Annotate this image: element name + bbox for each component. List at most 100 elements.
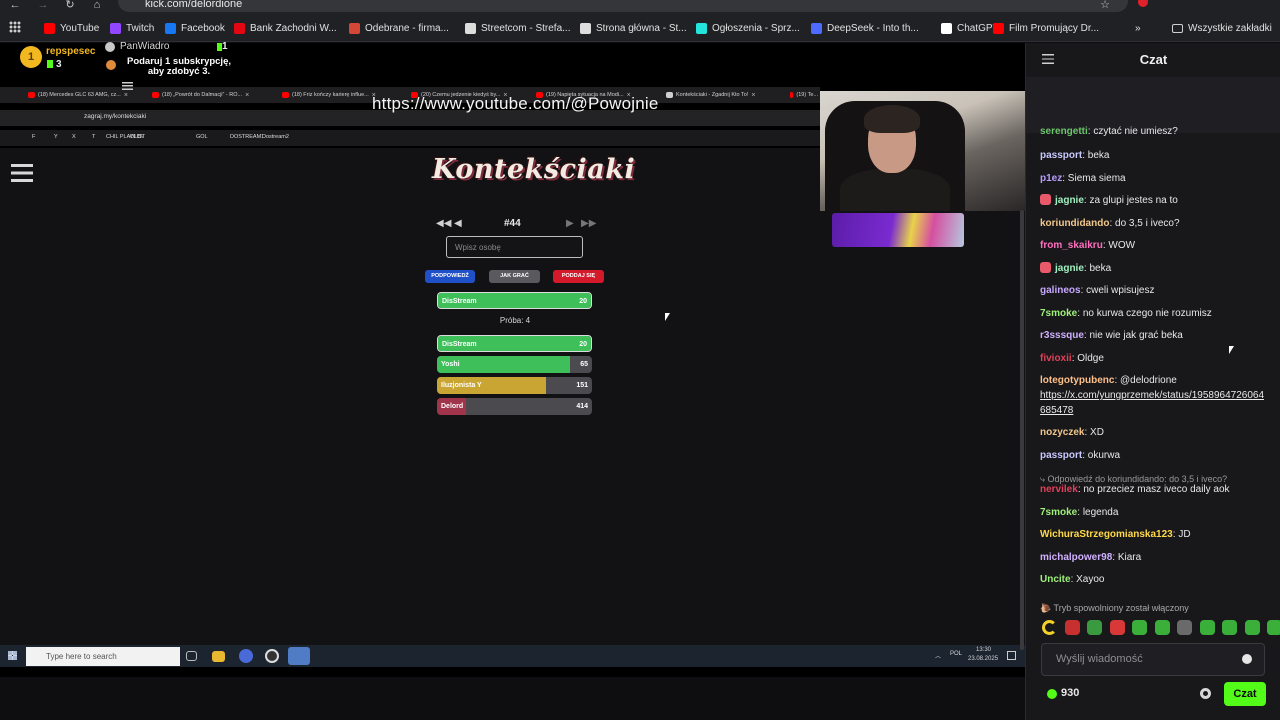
guess-name: Yoshi (441, 361, 460, 368)
bookmark-item[interactable]: ChatGPT (941, 14, 999, 42)
bookmark-item[interactable]: YouTube (44, 14, 99, 42)
address-url[interactable]: kick.com/delordione (145, 0, 242, 10)
inner-tab-label: Kontekściaki - Zgadnij Kto To! (676, 92, 749, 98)
chat-username[interactable]: 7smoke (1040, 507, 1077, 518)
top-gifter-name[interactable]: repspesec (46, 46, 95, 57)
emote-icon[interactable] (1087, 620, 1102, 635)
emote-icon[interactable] (1064, 620, 1080, 635)
expand-leaderboard-icon[interactable] (122, 82, 133, 90)
prev-puzzle-icon: ◀ (454, 218, 462, 229)
bookmark-item[interactable]: Film Promujący Dr... (993, 14, 1099, 42)
emote-icon[interactable] (1109, 620, 1125, 635)
chat-username[interactable]: WichuraStrzegomianska123 (1040, 529, 1173, 540)
forward-icon[interactable]: → (36, 0, 50, 12)
chat-title: Czat (1139, 52, 1168, 67)
chat-username[interactable]: michalpower98 (1040, 552, 1112, 563)
chat-username[interactable]: passport (1040, 450, 1082, 461)
chat-link[interactable]: https://x.com/yungprzemek/status/1958964… (1040, 390, 1264, 416)
chat-username[interactable]: fivioxii (1040, 353, 1072, 364)
chat-username[interactable]: from_skaikru (1040, 240, 1103, 251)
chat-username[interactable]: passport (1040, 150, 1082, 161)
stream-scrollbar (1020, 210, 1024, 650)
inner-tab-label: (18) „Powrót do Dalmacji” - RO... (162, 92, 243, 98)
tray-time: 13:30 (976, 647, 992, 653)
bookmark-label: DeepSeek - Into th... (827, 22, 919, 34)
bookmark-item[interactable]: Facebook (165, 14, 225, 42)
bookmark-favicon-icon (941, 22, 952, 34)
emote-icon[interactable] (1042, 620, 1057, 635)
bookmark-item[interactable]: Bank Zachodni W... (234, 14, 337, 42)
bookmark-star-icon[interactable]: ☆ (1098, 0, 1112, 12)
chat-message-input[interactable]: Wyślij wiadomość (1041, 643, 1265, 676)
send-chat-button[interactable]: Czat (1224, 682, 1266, 706)
inner-address-url: zagraj.my/kontekciaki (84, 113, 147, 120)
gift-sub-promo[interactable]: Podaruj 1 subskrypcję, aby zdobyć 3. (123, 57, 235, 77)
address-bar[interactable] (118, 0, 1128, 12)
channel-points-icon[interactable] (1047, 689, 1057, 699)
emoji-picker-icon[interactable] (1242, 654, 1252, 664)
game-logo: Kontekściaki (432, 154, 636, 185)
slow-mode-notice: 🐌 Tryb spowolniony został włączony (1040, 603, 1189, 614)
back-icon[interactable]: ← (8, 0, 22, 12)
chat-username[interactable]: nozyczek (1040, 427, 1084, 438)
emote-icon[interactable] (1132, 620, 1147, 635)
chat-username[interactable]: jagnie (1055, 195, 1084, 206)
emote-icon[interactable] (1154, 620, 1170, 635)
screen: ← → ↻ ⌂ kick.com/delordione ☆ YouTube Twi… (0, 0, 1280, 720)
emote-icon[interactable] (1177, 620, 1192, 635)
chat-username[interactable]: nervilek (1040, 484, 1078, 495)
chat-message: michalpower98: Kiara (1040, 550, 1266, 565)
how-to-play-button: JAK GRAĆ (489, 270, 540, 283)
guess-bar: DisStream 20 (437, 335, 592, 352)
chat-username[interactable]: koriundidando (1040, 218, 1109, 229)
chat-username[interactable]: Uncite (1040, 574, 1071, 585)
bookmark-item[interactable]: Strona główna - St... (580, 14, 687, 42)
chat-message: serengetti: czytać nie umiesz? (1040, 124, 1266, 139)
guess-rank: 414 (576, 403, 588, 410)
inner-bookmark: T (92, 134, 96, 140)
mouse-cursor (665, 313, 673, 321)
chat-text: JD (1178, 529, 1191, 540)
inner-bookmarks-bar: F Y X T CHIL PLAYLIST OLD\ GOL DOSTREAM1 Dostrea… (0, 130, 820, 146)
all-bookmarks[interactable]: Wszystkie zakładki (1172, 14, 1272, 42)
chat-message: passport: beka (1040, 148, 1266, 163)
bookmark-favicon-icon (165, 22, 176, 34)
guess-bar: Delord 414 (437, 398, 592, 415)
bookmark-item[interactable]: DeepSeek - Into th... (811, 14, 919, 42)
inner-bookmark: Dostream2 (262, 134, 289, 140)
chat-username[interactable]: r3sssque (1040, 330, 1084, 341)
home-icon[interactable]: ⌂ (90, 0, 104, 12)
inner-bookmark: F (32, 134, 36, 140)
chat-username[interactable]: galineos (1040, 285, 1081, 296)
chat-username[interactable]: 7smoke (1040, 308, 1077, 319)
bookmark-item[interactable]: Odebrane - firma... (349, 14, 449, 42)
chat-message: jagnie: beka (1040, 261, 1266, 276)
bookmark-item[interactable]: Twitch (110, 14, 154, 42)
chat-message: Uncite: Xayoo (1040, 572, 1266, 587)
emote-icon[interactable] (1222, 620, 1237, 635)
moderator-badge-icon (1040, 262, 1051, 273)
chat-username[interactable]: jagnie (1055, 263, 1084, 274)
chat-username[interactable]: lotegotypubenc (1040, 375, 1114, 386)
goal-gifter-name[interactable]: PanWiadro (120, 41, 169, 52)
chat-username[interactable]: p1ez (1040, 173, 1062, 184)
bookmark-item[interactable]: Ogłoszenia - Sprz... (696, 14, 800, 42)
reload-icon[interactable]: ↻ (63, 0, 77, 12)
webcam-feed (820, 91, 1025, 211)
channel-points[interactable]: 930 (1061, 687, 1079, 699)
taskbar-obs-icon (265, 649, 279, 663)
moderator-badge-icon (1040, 194, 1051, 205)
apps-grid-icon[interactable] (9, 21, 21, 33)
chat-message: galineos: cweli wpisujesz (1040, 283, 1266, 298)
chat-settings-icon[interactable] (1200, 688, 1211, 699)
tab-close-icon: × (123, 91, 128, 99)
menu-icon (11, 164, 33, 182)
bookmark-item[interactable]: Streetcom - Strefa... (465, 14, 570, 42)
emote-icon[interactable] (1199, 620, 1215, 635)
bookmarks-overflow-icon[interactable]: » (1135, 14, 1141, 42)
emote-icon[interactable] (1267, 620, 1280, 635)
emote-icon[interactable] (1244, 620, 1260, 635)
chat-message: 7smoke: no kurwa czego nie rozumisz (1040, 306, 1266, 321)
chat-username[interactable]: serengetti (1040, 126, 1088, 137)
chat-message: p1ez: Siema siema (1040, 171, 1266, 186)
